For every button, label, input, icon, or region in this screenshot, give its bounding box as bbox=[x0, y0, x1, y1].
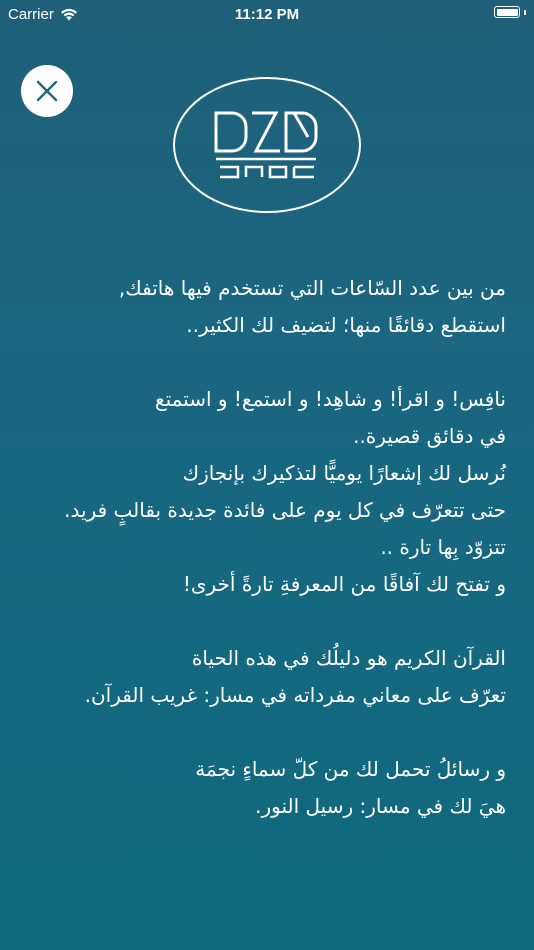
text-line: في دقائق قصيرة.. bbox=[353, 424, 506, 448]
text-line: تتزوّد بِها تارة .. bbox=[380, 535, 506, 559]
app-logo bbox=[173, 77, 361, 213]
text-line: القرآن الكريم هو دليلُك في هذه الحياة bbox=[191, 646, 506, 670]
text-line: نافِس! و اقرأ! و شاهِد! و استمع! و استمت… bbox=[154, 387, 506, 411]
close-icon bbox=[36, 80, 58, 102]
text-line: حتى تتعرّف في كل يوم على فائدة جديدة بقا… bbox=[64, 498, 506, 522]
text-line: هيَ لك في مسار: رسيل النور. bbox=[255, 794, 506, 818]
text-line: تعرّف على معاني مفرداته في مسار: غريب ال… bbox=[84, 683, 506, 707]
logo-mark bbox=[214, 111, 318, 179]
close-button[interactable] bbox=[21, 65, 73, 117]
battery-icon bbox=[494, 6, 520, 18]
status-right bbox=[494, 6, 526, 18]
text-line: نُرسل لك إشعارًا يوميًّا لتذكيرك بإنجازك bbox=[182, 461, 506, 485]
text-line: من بين عدد السّاعات التي تستخدم فيها هات… bbox=[118, 276, 506, 300]
battery-cap bbox=[524, 9, 526, 15]
text-line: و رسائلُ تحمل لك من كلّ سماءٍ نجمَة bbox=[195, 757, 506, 781]
text-line: استقطع دقائقًا منها؛ لتضيف لك الكثير.. bbox=[186, 313, 506, 337]
status-time: 11:12 PM bbox=[234, 6, 300, 23]
intro-text: من بين عدد السّاعات التي تستخدم فيها هات… bbox=[16, 270, 506, 825]
battery-fill bbox=[496, 8, 518, 16]
text-line: و تفتح لك آفاقًا من المعرفةِ تارةً أخرى! bbox=[182, 572, 506, 596]
status-bar: Carrier 11:12 PM bbox=[0, 0, 534, 30]
